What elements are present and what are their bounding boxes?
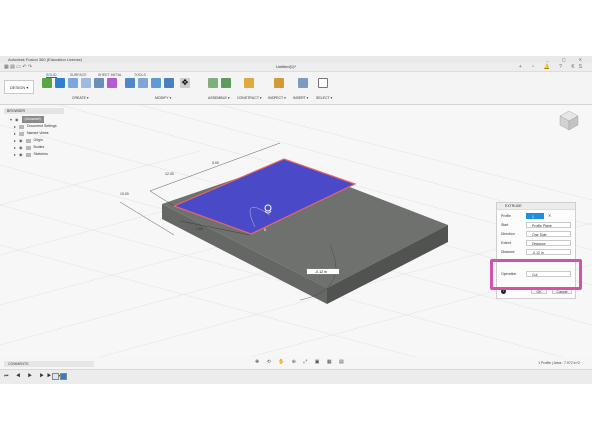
browser-item-origin[interactable]: ▸ ◉ Origin (4, 137, 64, 144)
browser-header[interactable]: BROWSER (4, 108, 64, 114)
visibility-eye-icon[interactable]: ◉ (19, 144, 23, 151)
extrude-icon[interactable] (55, 78, 65, 88)
hole-icon[interactable] (81, 78, 91, 88)
navigation-toolbar[interactable]: ✥ ⟲ ✋ ⊕ ⤢ ▣ ▦ ▤ (255, 359, 347, 365)
browser-item-label: Document Settings (27, 124, 57, 128)
joint-icon[interactable] (221, 78, 231, 88)
document-tab[interactable]: Untitled(1)* (276, 64, 296, 69)
extrude-dialog-title[interactable]: EXTRUDE (497, 203, 575, 210)
comments-panel[interactable]: COMMENTS (4, 361, 94, 367)
browser-item-label: (Unsaved) (21, 116, 44, 123)
expand-arrow-icon[interactable]: ▸ (14, 137, 16, 144)
visibility-eye-icon[interactable]: ◉ (15, 116, 19, 123)
select-menu[interactable]: SELECT ▾ (316, 96, 332, 100)
select-icon[interactable] (318, 78, 328, 88)
tab-tools[interactable]: TOOLS (134, 73, 146, 77)
insert-menu[interactable]: INSERT ▾ (293, 96, 308, 100)
direction-label: Direction (501, 232, 515, 236)
create-menu[interactable]: CREATE ▾ (72, 96, 89, 100)
app-menu-icon[interactable]: ▦ ▤ ▭ ↶ ↷ (4, 64, 32, 70)
browser-item-label: Sketches (33, 152, 48, 156)
top-right-icons[interactable]: + ◔ 🔔 ? KS (519, 64, 586, 70)
operation-highlight-box (490, 259, 582, 290)
folder-icon (25, 138, 31, 143)
folder-icon (25, 145, 31, 150)
expand-arrow-icon[interactable]: ▸ (14, 151, 16, 158)
dimension-right[interactable]: 8 (264, 228, 266, 232)
window-controls[interactable]: _ ▢ ✕ (546, 56, 588, 63)
browser-item-root[interactable]: ▾ ◉ (Unsaved) (4, 116, 64, 123)
distance-input-value: -0.12 in (315, 270, 327, 274)
modify-menu[interactable]: MODIFY ▾ (155, 96, 171, 100)
timeline-extrude-icon[interactable] (60, 373, 67, 380)
folder-icon (25, 152, 31, 157)
dimension-left-2[interactable]: 10.00 (120, 192, 129, 196)
settings-gear-icon (19, 124, 25, 129)
start-label: Start (501, 223, 509, 227)
browser-item-document-settings[interactable]: ▸ Document Settings (4, 123, 64, 130)
status-readout: 1 Profile | Area : 7.972 in^2 (538, 361, 580, 365)
direction-select[interactable]: One Side (526, 231, 571, 237)
3d-viewport[interactable]: 3.00 12.00 10.00 1.00 8 -0.12 in BROWSER… (0, 105, 592, 357)
browser-item-bodies[interactable]: ▸ ◉ Bodies (4, 144, 64, 151)
browser-item-label: Named Views (27, 131, 49, 135)
window-title: Autodesk Fusion 360 (Education License) (8, 57, 83, 62)
browser-item-label: Origin (33, 138, 43, 142)
measure-icon[interactable] (274, 78, 284, 88)
inspect-menu[interactable]: INSPECT ▾ (268, 96, 286, 100)
profile-selection-button[interactable]: 1 selected (526, 213, 545, 225)
revolve-icon[interactable] (68, 78, 78, 88)
fusion-app-window: Autodesk Fusion 360 (Education License) … (0, 56, 592, 384)
chamfer-icon[interactable] (151, 78, 161, 88)
move-icon[interactable]: ✥ (180, 78, 190, 88)
new-component-icon[interactable] (208, 78, 218, 88)
profile-label: Profile (501, 214, 511, 218)
distance-label: Distance (501, 250, 515, 254)
expand-arrow-icon[interactable]: ▸ (14, 130, 16, 137)
extent-select[interactable]: Distance (526, 240, 571, 246)
clear-selection-icon[interactable]: ✕ (548, 213, 551, 218)
distance-input[interactable]: -0.12 in (306, 268, 340, 275)
distance-field[interactable]: -0.12 in (526, 249, 571, 255)
insert-image-icon[interactable] (298, 78, 308, 88)
expand-arrow-icon[interactable]: ▸ (14, 123, 16, 130)
document-tab-bar: ▦ ▤ ▭ ↶ ↷ Untitled(1)* + ◔ 🔔 ? KS (0, 63, 592, 72)
expand-arrow-icon[interactable]: ▸ (14, 144, 16, 151)
timeline-sketch-icon[interactable] (52, 373, 59, 380)
dimension-height[interactable]: 1.00 (196, 227, 203, 231)
folder-icon (19, 131, 25, 136)
browser-item-sketches[interactable]: ▸ ◉ Sketches (4, 151, 64, 158)
timeline-bar: ⏮ ◀ ▶ ▶▶ ⏭ (0, 369, 592, 384)
tab-surface[interactable]: SURFACE (70, 73, 87, 77)
start-select[interactable]: Profile Plane (526, 222, 571, 228)
visibility-eye-icon[interactable]: ◉ (19, 137, 23, 144)
dimension-top[interactable]: 3.00 (212, 161, 219, 165)
viewcube[interactable] (558, 109, 580, 131)
offset-plane-icon[interactable] (244, 78, 254, 88)
tab-sheet-metal[interactable]: SHEET METAL (98, 73, 122, 77)
pattern-icon[interactable] (94, 78, 104, 88)
assemble-menu[interactable]: ASSEMBLE ▾ (208, 96, 230, 100)
browser-item-named-views[interactable]: ▸ Named Views (4, 130, 64, 137)
extent-label: Extent (501, 241, 511, 245)
form-icon[interactable] (107, 78, 117, 88)
press-pull-icon[interactable] (125, 78, 135, 88)
ribbon-toolbar: DESIGN ▾ SOLID SURFACE SHEET METAL TOOLS… (0, 72, 592, 105)
dimension-left-1[interactable]: 12.00 (165, 172, 174, 176)
browser-panel: BROWSER ▾ ◉ (Unsaved) ▸ Document Setting… (4, 108, 64, 158)
visibility-eye-icon[interactable]: ◉ (19, 151, 23, 158)
create-sketch-icon[interactable] (42, 78, 52, 88)
browser-item-label: Bodies (33, 145, 45, 149)
fillet-icon[interactable] (138, 78, 148, 88)
workspace-switcher[interactable]: DESIGN ▾ (4, 80, 34, 94)
expand-arrow-icon[interactable]: ▾ (10, 116, 12, 123)
title-bar: Autodesk Fusion 360 (Education License) … (0, 56, 592, 63)
construct-menu[interactable]: CONSTRUCT ▾ (237, 96, 262, 100)
shell-icon[interactable] (164, 78, 174, 88)
